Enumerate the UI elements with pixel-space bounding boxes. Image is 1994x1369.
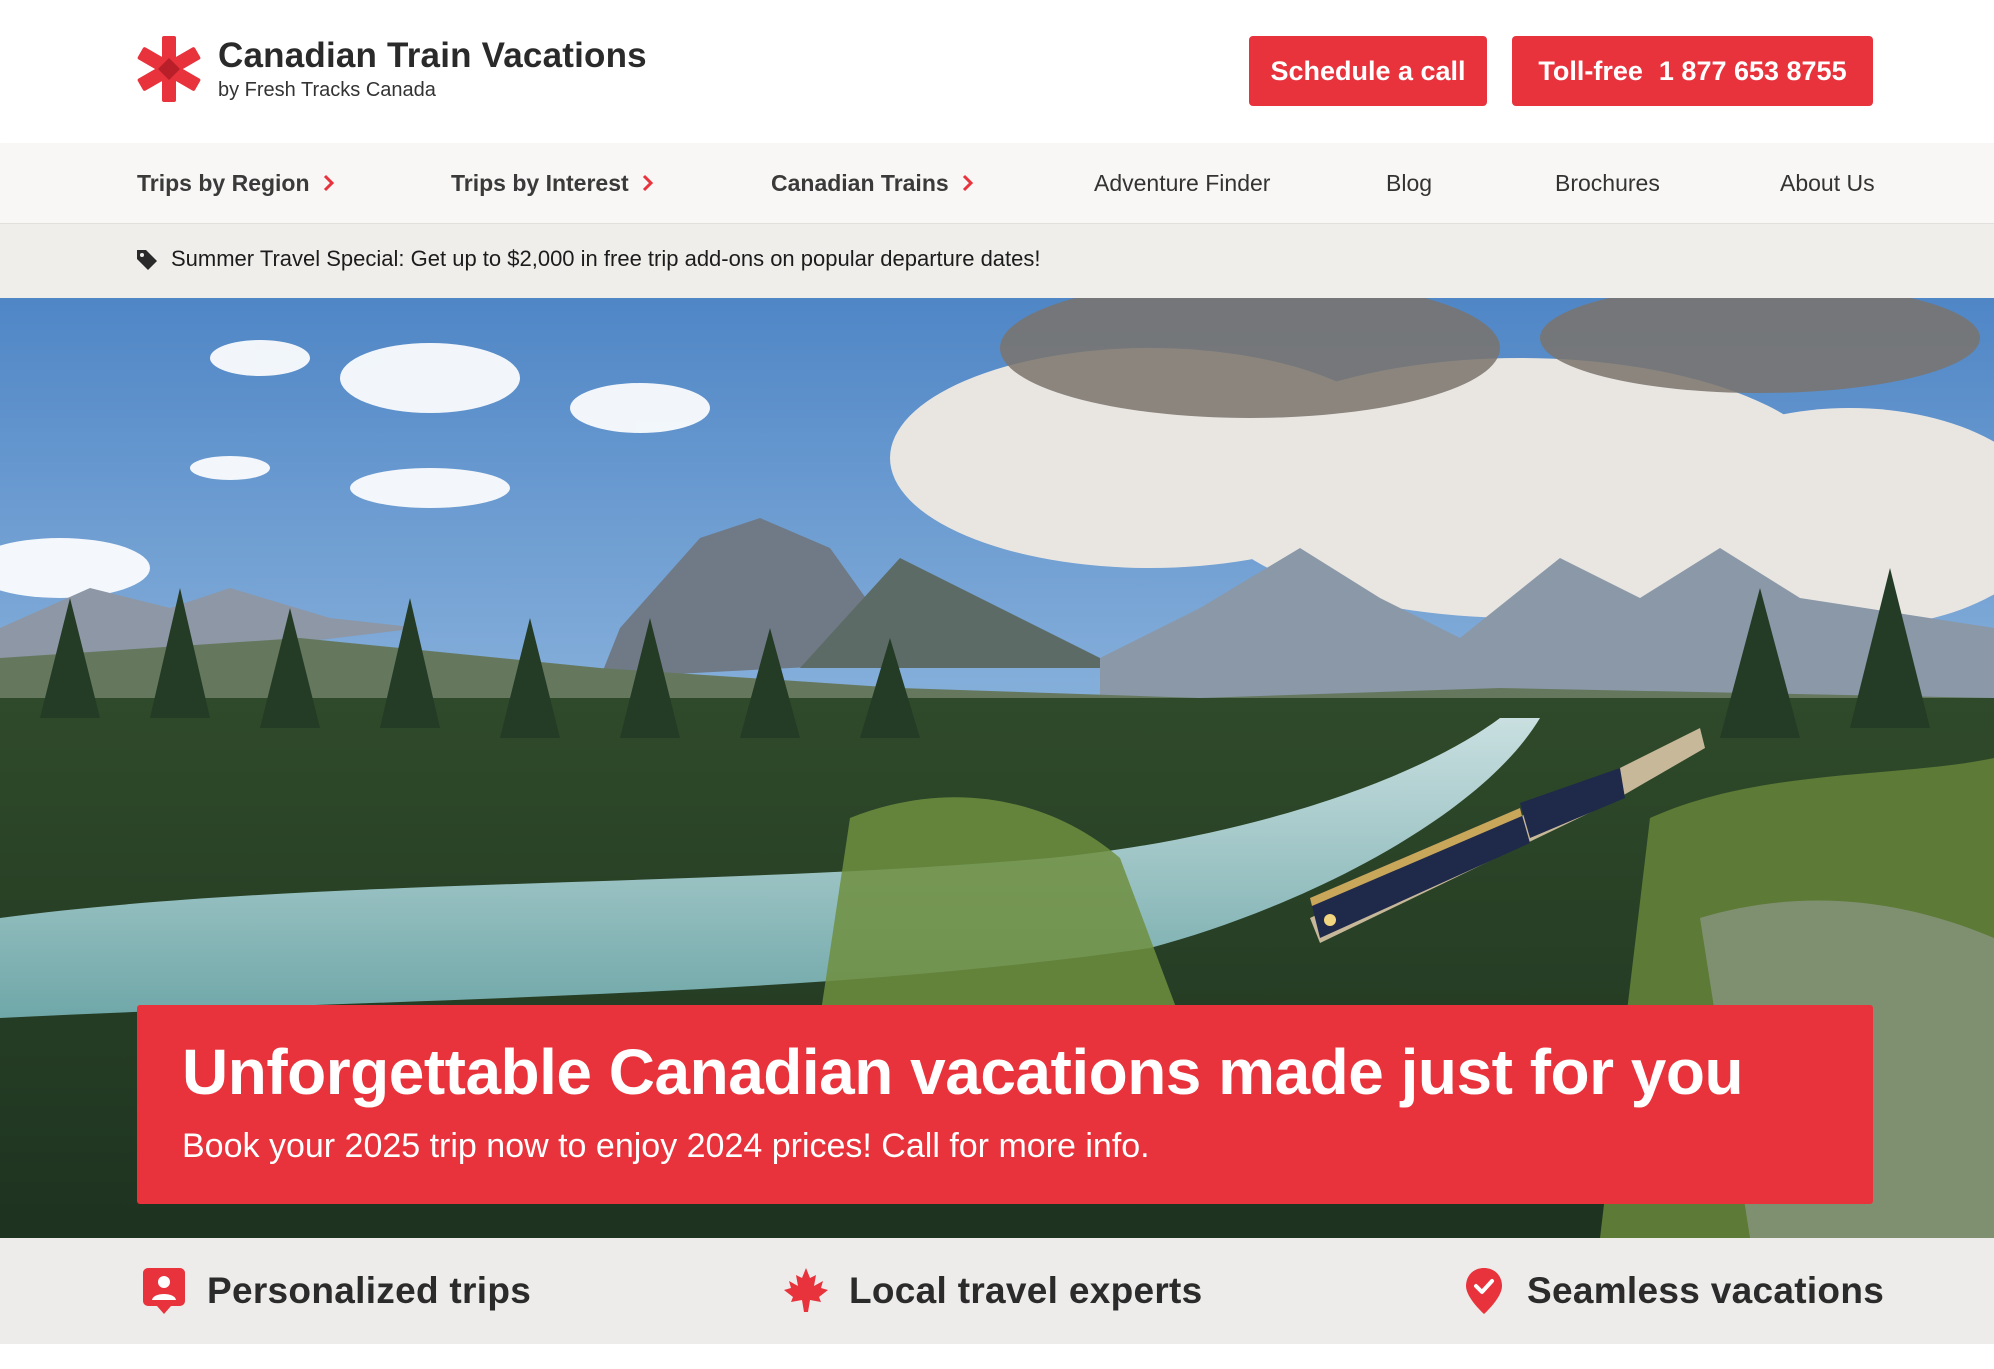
nav-item-label: About Us — [1780, 169, 1875, 196]
nav-item-trips-by-interest[interactable]: Trips by Interest — [451, 143, 655, 223]
feature-label: Seamless vacations — [1527, 1270, 1885, 1311]
chevron-right-icon — [323, 174, 334, 192]
site-logo[interactable]: Canadian Train Vacations by Fresh Tracks… — [136, 36, 647, 102]
feature-seamless-vacations: Seamless vacations — [1461, 1238, 1884, 1344]
page-bottom — [0, 1344, 1994, 1369]
nav-item-label: Blog — [1386, 169, 1433, 196]
nav-item-about-us[interactable]: About Us — [1780, 143, 1875, 223]
hero-banner: Unforgettable Canadian vacations made ju… — [137, 1005, 1873, 1204]
tag-icon — [137, 250, 157, 270]
schedule-call-button[interactable]: Schedule a call — [1249, 36, 1487, 106]
nav-item-label: Trips by Region — [137, 169, 310, 196]
maple-leaf-icon — [784, 1268, 828, 1312]
nav-item-blog[interactable]: Blog — [1386, 143, 1432, 223]
nav-item-canadian-trains[interactable]: Canadian Trains — [771, 143, 975, 223]
feature-personalized-trips: Personalized trips — [141, 1238, 531, 1344]
brand-subtitle: by Fresh Tracks Canada — [218, 79, 436, 101]
promo-text: Summer Travel Special: Get up to $2,000 … — [171, 246, 1041, 271]
nav-item-label: Trips by Interest — [451, 169, 629, 196]
promo-bar[interactable]: Summer Travel Special: Get up to $2,000 … — [0, 224, 1994, 298]
site-header: Canadian Train Vacations by Fresh Tracks… — [0, 0, 1994, 143]
check-pin-icon — [1466, 1268, 1502, 1314]
feature-label: Personalized trips — [207, 1270, 532, 1311]
main-nav: Trips by Region Trips by Interest Canadi… — [0, 143, 1994, 224]
chevron-right-icon — [962, 174, 973, 192]
nav-item-adventure-finder[interactable]: Adventure Finder — [1094, 143, 1270, 223]
asterisk-logo-icon — [136, 36, 202, 102]
nav-item-trips-by-region[interactable]: Trips by Region — [137, 143, 336, 223]
nav-item-label: Adventure Finder — [1094, 169, 1271, 196]
nav-item-label: Canadian Trains — [771, 169, 949, 196]
chevron-right-icon — [642, 174, 653, 192]
toll-free-button[interactable]: Toll-free 1 877 653 8755 — [1512, 36, 1873, 106]
hero-title: Unforgettable Canadian vacations made ju… — [182, 1036, 1744, 1108]
brand-title: Canadian Train Vacations — [218, 36, 647, 75]
feature-local-travel-experts: Local travel experts — [783, 1238, 1203, 1344]
feature-label: Local travel experts — [849, 1270, 1203, 1311]
person-pin-icon — [143, 1268, 185, 1314]
features-strip: Personalized trips Local travel experts … — [0, 1238, 1994, 1344]
toll-free-label: Toll-free — [1538, 55, 1643, 86]
phone-number: 1 877 653 8755 — [1658, 55, 1847, 86]
nav-item-brochures[interactable]: Brochures — [1555, 143, 1660, 223]
nav-item-label: Brochures — [1555, 169, 1660, 196]
hero-subtitle: Book your 2025 trip now to enjoy 2024 pr… — [182, 1127, 1150, 1165]
